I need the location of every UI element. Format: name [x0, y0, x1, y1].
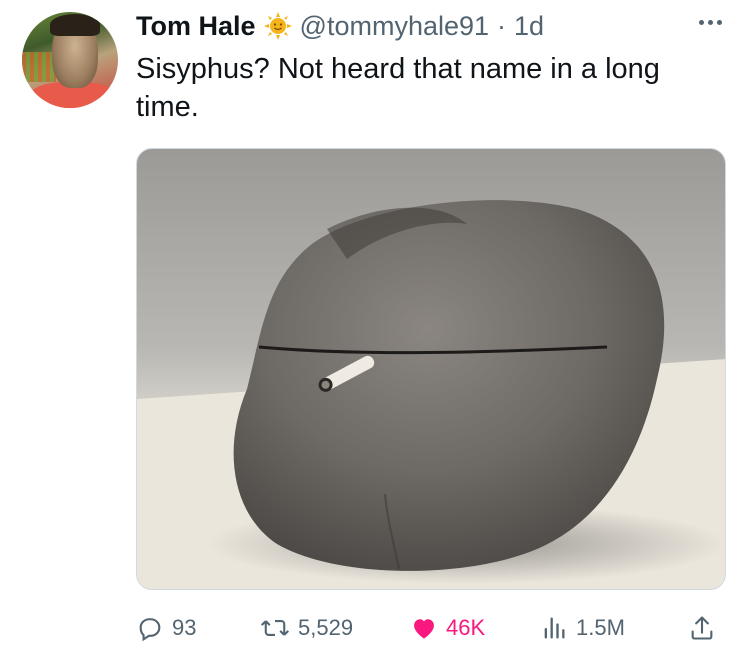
reply-button[interactable]: 93 — [136, 610, 196, 646]
sun-emoji-icon — [263, 12, 292, 40]
share-button[interactable] — [688, 610, 716, 646]
avatar-background — [22, 52, 56, 82]
share-icon — [691, 616, 713, 640]
avatar-hair — [50, 14, 100, 36]
separator-dot: · — [497, 10, 507, 41]
stone-with-cigarette-image — [137, 200, 725, 589]
author-handle[interactable]: @tommyhale91 — [300, 11, 490, 42]
tweet-actions: 93 5,529 46K 1.5M — [136, 610, 726, 646]
avatar[interactable] — [22, 12, 118, 108]
tweet-image[interactable] — [136, 148, 726, 590]
reply-count: 93 — [172, 615, 197, 640]
more-options-icon[interactable] — [690, 10, 730, 34]
retweet-button[interactable]: 5,529 — [260, 610, 353, 646]
tweet-text: Sisyphus? Not heard that name in a long … — [136, 53, 660, 123]
heart-icon — [414, 619, 434, 639]
like-count: 46K — [446, 615, 486, 640]
view-count: 1.5M — [576, 615, 625, 640]
author-name[interactable]: Tom Hale — [136, 11, 256, 42]
tweet-header: Tom Hale @tommyhale91 · 1d — [136, 6, 544, 46]
views-button[interactable]: 1.5M — [540, 610, 625, 646]
like-button[interactable]: 46K — [410, 610, 485, 646]
retweet-icon — [260, 620, 290, 636]
reply-icon — [139, 618, 161, 642]
tweet-time[interactable]: 1d — [514, 11, 544, 42]
retweet-count: 5,529 — [298, 615, 354, 640]
views-chart-icon — [544, 617, 565, 639]
